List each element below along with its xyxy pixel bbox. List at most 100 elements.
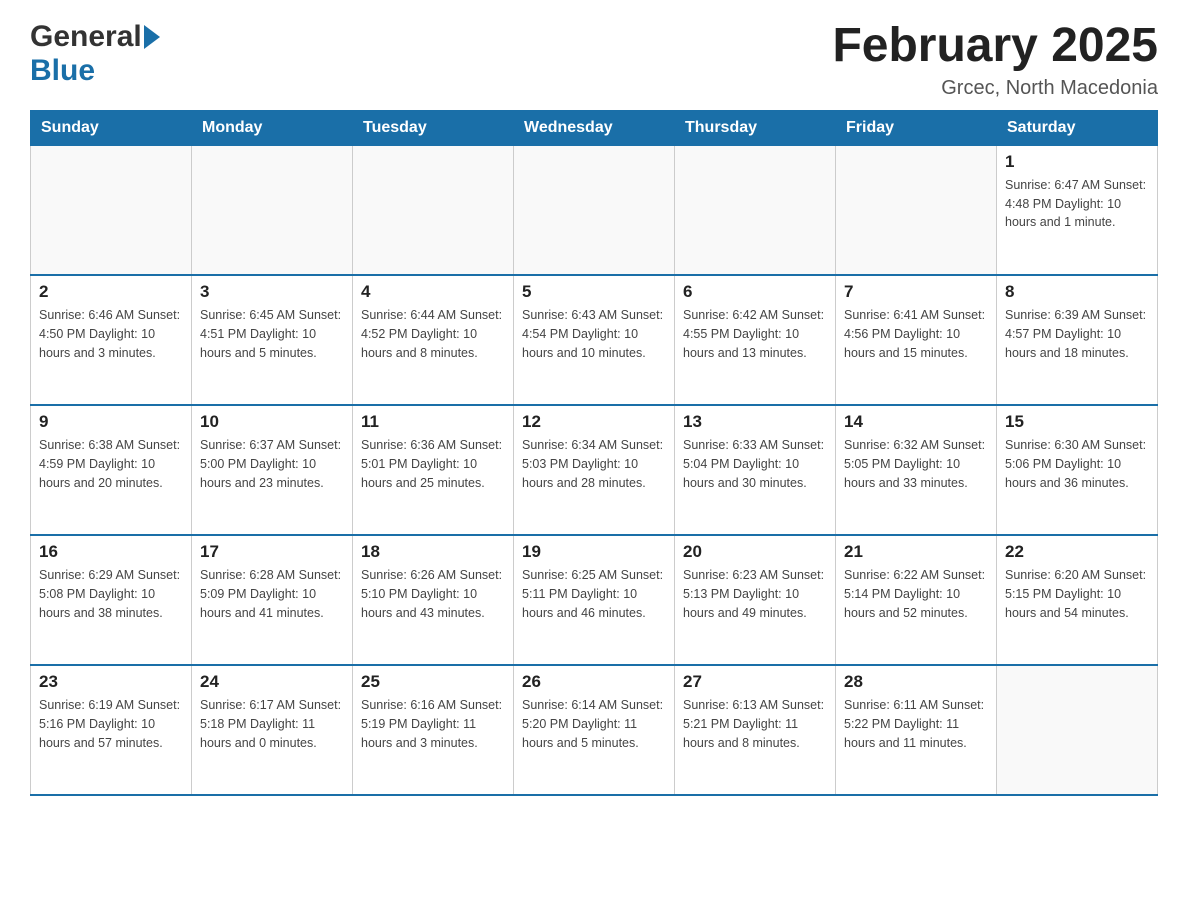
calendar-week-row: 9 Sunrise: 6:38 AM Sunset: 4:59 PM Daylig… xyxy=(31,405,1158,535)
day-number: 16 xyxy=(39,542,183,562)
day-number: 4 xyxy=(361,282,505,302)
day-info: Sunrise: 6:16 AM Sunset: 5:19 PM Dayligh… xyxy=(361,696,505,752)
calendar-cell: 7 Sunrise: 6:41 AM Sunset: 4:56 PM Daylig… xyxy=(836,275,997,405)
day-info: Sunrise: 6:34 AM Sunset: 5:03 PM Dayligh… xyxy=(522,436,666,492)
calendar-cell xyxy=(192,145,353,275)
calendar-header-row: SundayMondayTuesdayWednesdayThursdayFrid… xyxy=(31,110,1158,145)
calendar-cell: 15 Sunrise: 6:30 AM Sunset: 5:06 PM Dayli… xyxy=(997,405,1158,535)
day-info: Sunrise: 6:41 AM Sunset: 4:56 PM Dayligh… xyxy=(844,306,988,362)
day-number: 3 xyxy=(200,282,344,302)
calendar-cell: 5Sunrise: 6:43 AM Sunset: 4:54 PM Daylig… xyxy=(514,275,675,405)
day-number: 7 xyxy=(844,282,988,302)
day-number: 19 xyxy=(522,542,666,562)
calendar-week-row: 23 Sunrise: 6:19 AM Sunset: 5:16 PM Dayli… xyxy=(31,665,1158,795)
calendar-cell: 26 Sunrise: 6:14 AM Sunset: 5:20 PM Dayli… xyxy=(514,665,675,795)
day-info: Sunrise: 6:33 AM Sunset: 5:04 PM Dayligh… xyxy=(683,436,827,492)
logo-blue-text: Blue xyxy=(30,54,95,88)
calendar-cell: 16 Sunrise: 6:29 AM Sunset: 5:08 PM Dayli… xyxy=(31,535,192,665)
day-number: 26 xyxy=(522,672,666,692)
day-info: Sunrise: 6:46 AM Sunset: 4:50 PM Dayligh… xyxy=(39,306,183,362)
calendar-cell xyxy=(514,145,675,275)
calendar-cell: 25 Sunrise: 6:16 AM Sunset: 5:19 PM Dayli… xyxy=(353,665,514,795)
day-number: 23 xyxy=(39,672,183,692)
title-section: February 2025 Grcec, North Macedonia xyxy=(832,20,1158,100)
calendar-cell xyxy=(997,665,1158,795)
day-info: Sunrise: 6:42 AM Sunset: 4:55 PM Dayligh… xyxy=(683,306,827,362)
day-info: Sunrise: 6:43 AM Sunset: 4:54 PM Dayligh… xyxy=(522,306,666,362)
calendar-cell xyxy=(31,145,192,275)
day-number: 11 xyxy=(361,412,505,432)
calendar-cell xyxy=(675,145,836,275)
day-info: Sunrise: 6:28 AM Sunset: 5:09 PM Dayligh… xyxy=(200,566,344,622)
day-info: Sunrise: 6:37 AM Sunset: 5:00 PM Dayligh… xyxy=(200,436,344,492)
calendar-cell: 14 Sunrise: 6:32 AM Sunset: 5:05 PM Dayli… xyxy=(836,405,997,535)
day-info: Sunrise: 6:13 AM Sunset: 5:21 PM Dayligh… xyxy=(683,696,827,752)
calendar-week-row: 1Sunrise: 6:47 AM Sunset: 4:48 PM Daylig… xyxy=(31,145,1158,275)
column-header-monday: Monday xyxy=(192,110,353,145)
calendar-cell: 24Sunrise: 6:17 AM Sunset: 5:18 PM Dayli… xyxy=(192,665,353,795)
day-info: Sunrise: 6:30 AM Sunset: 5:06 PM Dayligh… xyxy=(1005,436,1149,492)
day-number: 12 xyxy=(522,412,666,432)
page-header: General Blue February 2025 Grcec, North … xyxy=(30,20,1158,100)
calendar-cell xyxy=(836,145,997,275)
day-info: Sunrise: 6:20 AM Sunset: 5:15 PM Dayligh… xyxy=(1005,566,1149,622)
calendar-week-row: 16 Sunrise: 6:29 AM Sunset: 5:08 PM Dayli… xyxy=(31,535,1158,665)
calendar-cell: 13 Sunrise: 6:33 AM Sunset: 5:04 PM Dayli… xyxy=(675,405,836,535)
day-number: 27 xyxy=(683,672,827,692)
day-info: Sunrise: 6:29 AM Sunset: 5:08 PM Dayligh… xyxy=(39,566,183,622)
column-header-saturday: Saturday xyxy=(997,110,1158,145)
day-info: Sunrise: 6:26 AM Sunset: 5:10 PM Dayligh… xyxy=(361,566,505,622)
calendar-cell: 9 Sunrise: 6:38 AM Sunset: 4:59 PM Daylig… xyxy=(31,405,192,535)
day-info: Sunrise: 6:36 AM Sunset: 5:01 PM Dayligh… xyxy=(361,436,505,492)
day-info: Sunrise: 6:11 AM Sunset: 5:22 PM Dayligh… xyxy=(844,696,988,752)
day-number: 17 xyxy=(200,542,344,562)
day-info: Sunrise: 6:45 AM Sunset: 4:51 PM Dayligh… xyxy=(200,306,344,362)
calendar-week-row: 2Sunrise: 6:46 AM Sunset: 4:50 PM Daylig… xyxy=(31,275,1158,405)
day-number: 14 xyxy=(844,412,988,432)
calendar-subtitle: Grcec, North Macedonia xyxy=(832,77,1158,100)
logo: General Blue xyxy=(30,20,160,88)
calendar-cell: 12 Sunrise: 6:34 AM Sunset: 5:03 PM Dayli… xyxy=(514,405,675,535)
day-info: Sunrise: 6:23 AM Sunset: 5:13 PM Dayligh… xyxy=(683,566,827,622)
day-number: 18 xyxy=(361,542,505,562)
column-header-tuesday: Tuesday xyxy=(353,110,514,145)
day-number: 25 xyxy=(361,672,505,692)
calendar-cell: 23 Sunrise: 6:19 AM Sunset: 5:16 PM Dayli… xyxy=(31,665,192,795)
day-info: Sunrise: 6:14 AM Sunset: 5:20 PM Dayligh… xyxy=(522,696,666,752)
day-number: 22 xyxy=(1005,542,1149,562)
calendar-cell: 22 Sunrise: 6:20 AM Sunset: 5:15 PM Dayli… xyxy=(997,535,1158,665)
day-info: Sunrise: 6:39 AM Sunset: 4:57 PM Dayligh… xyxy=(1005,306,1149,362)
day-number: 28 xyxy=(844,672,988,692)
day-info: Sunrise: 6:17 AM Sunset: 5:18 PM Dayligh… xyxy=(200,696,344,752)
day-info: Sunrise: 6:38 AM Sunset: 4:59 PM Dayligh… xyxy=(39,436,183,492)
calendar-cell: 4Sunrise: 6:44 AM Sunset: 4:52 PM Daylig… xyxy=(353,275,514,405)
calendar-cell: 3 Sunrise: 6:45 AM Sunset: 4:51 PM Daylig… xyxy=(192,275,353,405)
day-info: Sunrise: 6:32 AM Sunset: 5:05 PM Dayligh… xyxy=(844,436,988,492)
day-number: 8 xyxy=(1005,282,1149,302)
logo-arrow-icon xyxy=(144,25,160,49)
day-number: 1 xyxy=(1005,152,1149,172)
calendar-cell: 19 Sunrise: 6:25 AM Sunset: 5:11 PM Dayli… xyxy=(514,535,675,665)
day-info: Sunrise: 6:25 AM Sunset: 5:11 PM Dayligh… xyxy=(522,566,666,622)
logo-general-text: General xyxy=(30,20,142,54)
day-number: 13 xyxy=(683,412,827,432)
calendar-table: SundayMondayTuesdayWednesdayThursdayFrid… xyxy=(30,110,1158,797)
calendar-cell: 20 Sunrise: 6:23 AM Sunset: 5:13 PM Dayli… xyxy=(675,535,836,665)
column-header-wednesday: Wednesday xyxy=(514,110,675,145)
calendar-cell: 27 Sunrise: 6:13 AM Sunset: 5:21 PM Dayli… xyxy=(675,665,836,795)
day-number: 15 xyxy=(1005,412,1149,432)
day-number: 20 xyxy=(683,542,827,562)
day-number: 10 xyxy=(200,412,344,432)
calendar-cell: 2Sunrise: 6:46 AM Sunset: 4:50 PM Daylig… xyxy=(31,275,192,405)
calendar-cell: 6Sunrise: 6:42 AM Sunset: 4:55 PM Daylig… xyxy=(675,275,836,405)
day-number: 9 xyxy=(39,412,183,432)
column-header-sunday: Sunday xyxy=(31,110,192,145)
calendar-cell: 21 Sunrise: 6:22 AM Sunset: 5:14 PM Dayli… xyxy=(836,535,997,665)
calendar-cell: 10 Sunrise: 6:37 AM Sunset: 5:00 PM Dayli… xyxy=(192,405,353,535)
day-info: Sunrise: 6:22 AM Sunset: 5:14 PM Dayligh… xyxy=(844,566,988,622)
day-number: 21 xyxy=(844,542,988,562)
column-header-thursday: Thursday xyxy=(675,110,836,145)
calendar-cell: 1Sunrise: 6:47 AM Sunset: 4:48 PM Daylig… xyxy=(997,145,1158,275)
day-info: Sunrise: 6:19 AM Sunset: 5:16 PM Dayligh… xyxy=(39,696,183,752)
calendar-cell: 8 Sunrise: 6:39 AM Sunset: 4:57 PM Daylig… xyxy=(997,275,1158,405)
